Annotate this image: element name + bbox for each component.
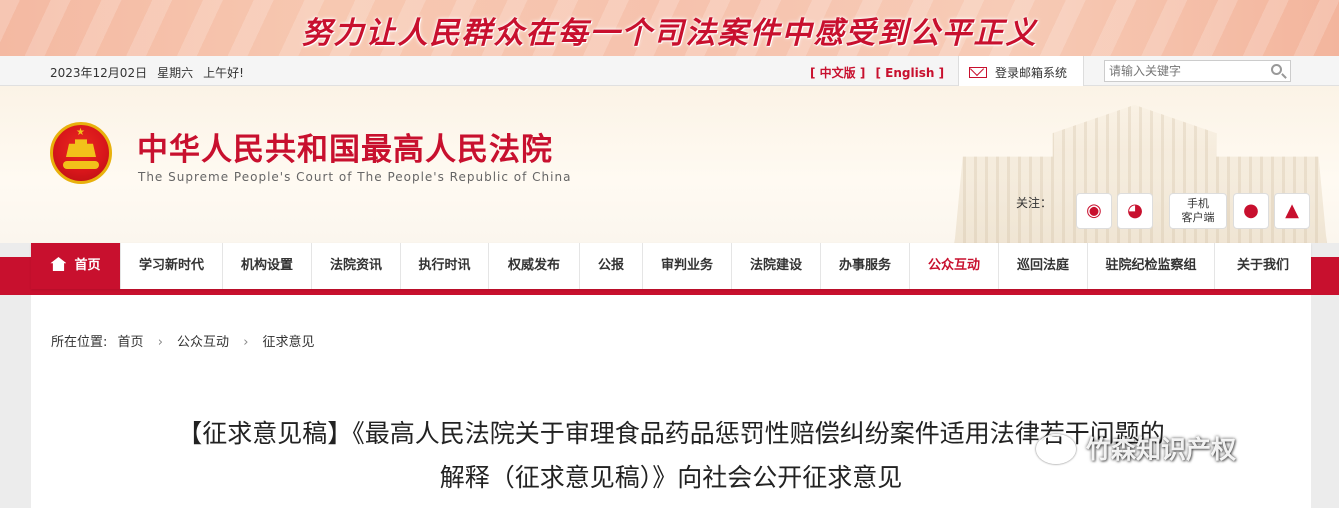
nav-item-home[interactable]: 首页 bbox=[31, 243, 121, 289]
language-switch: [ 中文版 ] [ English ] bbox=[810, 64, 944, 81]
apple-icon[interactable]: ● bbox=[1233, 193, 1269, 229]
mobile-client-button[interactable]: 手机 客户端 bbox=[1169, 193, 1227, 229]
breadcrumb-solicit-opinions-link[interactable]: 征求意见 bbox=[263, 335, 315, 350]
current-weekday: 星期六 bbox=[157, 66, 194, 80]
nav-item-official-release[interactable]: 权威发布 bbox=[489, 243, 580, 289]
slogan-text: 努力让人民群众在每一个司法案件中感受到公平正义 bbox=[301, 16, 1038, 51]
search-input[interactable] bbox=[1105, 61, 1265, 81]
current-date: 2023年12月02日 bbox=[50, 66, 148, 80]
android-icon[interactable]: ▲ bbox=[1274, 193, 1310, 229]
breadcrumb-home-link[interactable]: 首页 bbox=[118, 335, 144, 350]
nav-item-court-construction[interactable]: 法院建设 bbox=[732, 243, 821, 289]
breadcrumb-label: 所在位置: bbox=[51, 335, 108, 350]
nav-item-circuit-court[interactable]: 巡回法庭 bbox=[999, 243, 1088, 289]
nav-item-new-era[interactable]: 学习新时代 bbox=[121, 243, 223, 289]
watermark-text: 竹森知识产权 bbox=[1086, 435, 1237, 464]
nav-item-gazette[interactable]: 公报 bbox=[580, 243, 643, 289]
mobile-client-line1: 手机 bbox=[1187, 197, 1209, 210]
date-greeting: 2023年12月02日 星期六 上午好! bbox=[50, 64, 254, 81]
nav-item-services[interactable]: 办事服务 bbox=[821, 243, 910, 289]
nav-item-court-news[interactable]: 法院资讯 bbox=[312, 243, 401, 289]
search-box bbox=[1104, 60, 1291, 82]
breadcrumb: 所在位置: 首页 › 公众互动 › 征求意见 bbox=[51, 331, 315, 350]
nav-item-about-us[interactable]: 关于我们 bbox=[1215, 243, 1311, 289]
chevron-right-icon: › bbox=[157, 335, 163, 350]
site-title[interactable]: 中华人民共和国最高人民法院 bbox=[137, 124, 553, 169]
mobile-client-line2: 客户端 bbox=[1181, 211, 1215, 224]
wechat-icon[interactable]: ◕ bbox=[1117, 193, 1153, 229]
nav-item-enforcement-news[interactable]: 执行时讯 bbox=[401, 243, 489, 289]
lang-english-link[interactable]: [ English ] bbox=[876, 66, 945, 80]
wechat-logo-icon bbox=[1036, 434, 1076, 464]
home-icon bbox=[50, 257, 67, 271]
greeting: 上午好! bbox=[203, 66, 244, 80]
mailbox-login-link[interactable]: 登录邮箱系统 bbox=[958, 56, 1084, 86]
mail-icon bbox=[969, 67, 987, 78]
national-emblem-logo: ★ bbox=[50, 122, 112, 184]
chevron-right-icon: › bbox=[243, 335, 249, 350]
nav-item-organization[interactable]: 机构设置 bbox=[223, 243, 312, 289]
watermark: 竹森知识产权 bbox=[1036, 430, 1236, 466]
follow-label: 关注： bbox=[1016, 196, 1053, 210]
nav-item-trial-work[interactable]: 审判业务 bbox=[643, 243, 732, 289]
lang-chinese-link[interactable]: [ 中文版 ] bbox=[810, 66, 865, 80]
site-subtitle: The Supreme People's Court of The People… bbox=[138, 170, 572, 184]
nav-item-public-interaction[interactable]: 公众互动 bbox=[910, 243, 999, 289]
slogan-banner: 努力让人民群众在每一个司法案件中感受到公平正义 bbox=[0, 0, 1339, 56]
breadcrumb-public-interaction-link[interactable]: 公众互动 bbox=[177, 335, 229, 350]
nav-item-discipline-inspection[interactable]: 驻院纪检监察组 bbox=[1088, 243, 1215, 289]
main-navigation: 首页 学习新时代 机构设置 法院资讯 执行时讯 权威发布 公报 审判业务 法院建… bbox=[31, 243, 1311, 289]
search-icon[interactable] bbox=[1271, 64, 1282, 75]
utility-bar: 2023年12月02日 星期六 上午好! [ 中文版 ] [ English ] 登… bbox=[0, 56, 1339, 86]
article-content: 所在位置: 首页 › 公众互动 › 征求意见 【征求意见稿】《最高人民法院关于审… bbox=[31, 295, 1311, 508]
weibo-icon[interactable]: ◉ bbox=[1076, 193, 1112, 229]
mailbox-label: 登录邮箱系统 bbox=[995, 66, 1068, 80]
site-header: ★ 中华人民共和国最高人民法院 The Supreme People's Cou… bbox=[0, 86, 1339, 243]
